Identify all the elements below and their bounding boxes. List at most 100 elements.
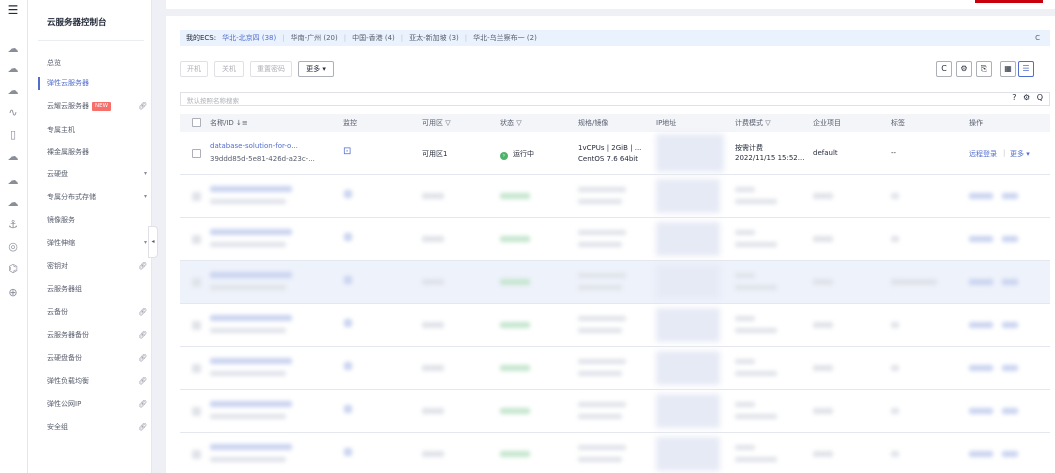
ip-address-redacted (656, 222, 720, 256)
stop-button[interactable]: 关机 (214, 61, 244, 77)
table-row[interactable] (180, 218, 1050, 261)
sidebar-item[interactable]: 云硬盘备份 🔗︎ (47, 349, 157, 367)
chevron-down-icon[interactable]: ▾ (144, 165, 147, 183)
row-checkbox[interactable] (192, 149, 201, 158)
region-tab[interactable]: 亚太-新加坡 (3) (409, 33, 459, 43)
sidebar-item-label: 云硬盘 (47, 170, 68, 178)
region-refresh-icon[interactable]: C (1035, 34, 1040, 42)
sidebar-item[interactable]: 镜像服务 (47, 211, 157, 229)
region-tab[interactable]: 华北-北京四 (38) (222, 33, 276, 43)
search-input[interactable]: 默认按照名称搜索 ? ⚙ Q (180, 92, 1050, 106)
monitor-icon (344, 233, 352, 241)
sidebar-item[interactable]: 密钥对 🔗︎ (47, 257, 157, 275)
target-icon[interactable]: ◎ (6, 240, 20, 254)
menu-icon[interactable]: ☰ (6, 3, 20, 17)
settings-icon[interactable]: ⚙ (956, 61, 972, 77)
more-actions-button[interactable]: 更多 ▾ (298, 61, 334, 77)
row-more-link (1002, 279, 1018, 285)
anchor-icon[interactable]: ⚓ (6, 218, 20, 232)
search-tools-icon[interactable]: ? ⚙ Q (1012, 93, 1045, 102)
sidebar-collapse-button[interactable]: ◂ (148, 226, 158, 258)
monitor-icon[interactable]: ⊡ (343, 146, 351, 157)
table-row[interactable]: database-solution-for-o... 39ddd85d-5e81… (180, 132, 1050, 175)
col-az[interactable]: 可用区 ▽ (422, 118, 451, 128)
status-cell (500, 236, 530, 242)
cloud-icon[interactable]: ☁ (6, 150, 20, 164)
col-tags: 标签 (891, 119, 905, 127)
chevron-down-icon[interactable]: ▾ (144, 234, 147, 252)
grid-view-icon[interactable]: ▦ (1000, 61, 1016, 77)
file-icon[interactable]: ▯ (6, 128, 20, 142)
monitor-icon (344, 405, 352, 413)
reset-password-button[interactable]: 重置密码 (250, 61, 292, 77)
az-value (422, 408, 444, 414)
table-row[interactable] (180, 390, 1050, 433)
instance-name-link (210, 272, 292, 278)
sidebar-item[interactable]: 弹性负载均衡 🔗︎ (47, 372, 157, 390)
billing-mode (735, 359, 755, 364)
table-row[interactable] (180, 347, 1050, 390)
billing-mode: 按需计费 (735, 144, 763, 152)
start-button[interactable]: 开机 (180, 61, 208, 77)
col-billing[interactable]: 计费模式 ▽ (735, 118, 771, 128)
icon-rail: ☰ ☁ ☁ ☁ ∿ ▯ ☁ ☁ ☁ ⚓ ◎ ⌬ ⊕ (0, 0, 28, 473)
status-cell (500, 193, 530, 199)
sidebar-item[interactable]: 安全组 🔗︎ (47, 418, 157, 436)
billing-time (735, 457, 777, 462)
region-tab[interactable]: 华南-广州 (20) (291, 33, 338, 43)
globe-icon[interactable]: ⊕ (6, 286, 20, 300)
main-content: 我的ECS: 华北-北京四 (38) | 华南-广州 (20) | 中国-香港 (4) |… (166, 16, 1055, 473)
region-tab[interactable]: 华北-乌兰察布一 (2) (473, 33, 537, 43)
list-view-icon[interactable]: ☰ (1018, 61, 1034, 77)
col-status[interactable]: 状态 ▽ (500, 118, 522, 128)
table-row[interactable] (180, 433, 1050, 473)
sidebar-item[interactable]: 专属分布式存储 ▾ (47, 188, 157, 206)
sidebar-item[interactable]: 云备份 🔗︎ (47, 303, 157, 321)
instance-name-link[interactable]: database-solution-for-o... (210, 142, 298, 150)
project-value (813, 236, 833, 242)
select-all-checkbox[interactable] (192, 118, 201, 127)
table-row[interactable] (180, 304, 1050, 347)
billing-time (735, 328, 777, 333)
region-tab[interactable]: 中国-香港 (4) (352, 33, 395, 43)
refresh-icon[interactable]: C (936, 61, 952, 77)
sidebar-item[interactable]: 弹性云服务器 (47, 74, 157, 92)
active-indicator (38, 77, 40, 90)
network-icon[interactable]: ⌬ (6, 262, 20, 276)
sidebar-item[interactable]: 云服务器组 (47, 280, 157, 298)
sidebar-item-label: 云服务器组 (47, 285, 82, 293)
chart-icon[interactable]: ∿ (6, 106, 20, 120)
sidebar-item[interactable]: 弹性公网IP 🔗︎ (47, 395, 157, 413)
image-line (578, 414, 622, 419)
cloud-icon[interactable]: ☁ (6, 84, 20, 98)
cloud-icon[interactable]: ☁ (6, 196, 20, 210)
row-more-link[interactable]: 更多 ▾ (1010, 149, 1030, 159)
image-line (578, 242, 622, 247)
table-row[interactable] (180, 175, 1050, 218)
sidebar-item[interactable]: 裸金属服务器 (47, 143, 157, 161)
sidebar-item-label: 弹性云服务器 (47, 79, 89, 87)
cloud-icon[interactable]: ☁ (6, 42, 20, 56)
table-row[interactable] (180, 261, 1050, 304)
sidebar-item[interactable]: 专属主机 (47, 121, 157, 139)
remote-login-link[interactable]: 远程登录 (969, 149, 997, 159)
sidebar-item-label: 云备份 (47, 308, 68, 316)
cloud-icon[interactable]: ☁ (6, 62, 20, 76)
col-name[interactable]: 名称/ID ↓≡ (210, 118, 248, 128)
sidebar-item[interactable]: 云硬盘 ▾ (47, 165, 157, 183)
tags-value: -- (891, 149, 897, 157)
sidebar-item[interactable]: 云耀云服务器 NEW 🔗︎ (47, 97, 157, 115)
billing-mode (735, 230, 755, 235)
export-icon[interactable]: ⎘ (976, 61, 992, 77)
top-strip (166, 0, 1055, 9)
remote-login-link (969, 365, 993, 371)
sidebar-item[interactable]: 总览 (47, 54, 157, 72)
sidebar-title: 云服务器控制台 (47, 18, 107, 28)
cloud-icon[interactable]: ☁ (6, 174, 20, 188)
external-link-icon: 🔗︎ (138, 377, 147, 385)
sidebar-item[interactable]: 弹性伸缩 ▾ (47, 234, 157, 252)
sidebar-item[interactable]: 云服务器备份 🔗︎ (47, 326, 157, 344)
az-value: 可用区1 (422, 150, 448, 158)
row-checkbox (192, 321, 201, 330)
chevron-down-icon[interactable]: ▾ (144, 188, 147, 206)
